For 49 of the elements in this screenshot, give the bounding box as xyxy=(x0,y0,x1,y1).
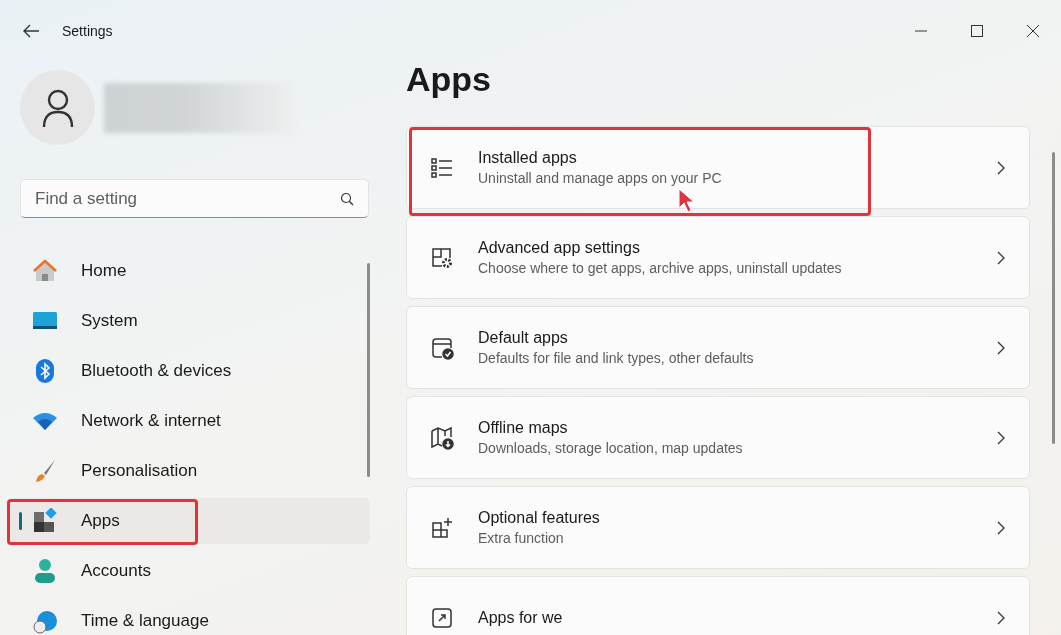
settings-card[interactable]: Advanced app settings Choose where to get apps, archive apps, uninstall updates xyxy=(406,216,1030,299)
settings-card[interactable]: Apps for we xyxy=(406,576,1030,635)
settings-card[interactable]: Offline maps Downloads, storage location, map updates xyxy=(406,396,1030,479)
scrollbar[interactable] xyxy=(367,263,370,477)
sidebar-item[interactable]: Home xyxy=(8,248,370,294)
globe-clock-icon xyxy=(32,608,58,634)
sidebar-item[interactable]: Personalisation xyxy=(8,448,370,494)
chevron-right-icon xyxy=(997,340,1005,355)
apps-icon xyxy=(32,508,58,534)
sidebar-item[interactable]: System xyxy=(8,298,370,344)
card-title: Optional features xyxy=(478,509,601,527)
sidebar-item[interactable]: Apps xyxy=(8,498,370,544)
scrollbar[interactable] xyxy=(1052,152,1055,444)
window-check-icon xyxy=(430,335,454,360)
person-icon xyxy=(32,558,58,584)
settings-card[interactable]: Default apps Defaults for file and link types, other defaults xyxy=(406,306,1030,389)
settings-card[interactable]: Optional features Extra function xyxy=(406,486,1030,569)
chevron-right-icon xyxy=(997,520,1005,535)
settings-card[interactable]: Installed apps Uninstall and manage apps on your PC xyxy=(406,126,1030,209)
card-title: Offline maps xyxy=(478,419,569,437)
window-link-icon xyxy=(430,605,454,630)
person-silhouette-icon xyxy=(40,87,75,128)
card-description: Choose where to get apps, archive apps, uninstall updates xyxy=(478,260,843,276)
search-icon xyxy=(340,192,354,206)
window-gear-icon xyxy=(430,245,454,270)
sidebar-item[interactable]: Bluetooth & devices xyxy=(8,348,370,394)
chevron-right-icon xyxy=(997,250,1005,265)
chevron-right-icon xyxy=(997,610,1005,625)
card-title: Installed apps xyxy=(478,149,578,167)
grid-plus-icon xyxy=(430,515,454,540)
chevron-right-icon xyxy=(997,430,1005,445)
search-field[interactable]: Find a setting xyxy=(20,179,369,218)
sidebar-item[interactable]: Accounts xyxy=(8,548,370,594)
card-description: Extra function xyxy=(478,530,565,546)
card-description: Defaults for file and link types, other defaults xyxy=(478,350,755,366)
sidebar-item[interactable]: Time & language xyxy=(8,598,370,635)
card-title: Apps for we xyxy=(478,608,564,627)
card-title: Default apps xyxy=(478,329,569,347)
page-title: Apps xyxy=(406,60,492,99)
home-icon xyxy=(32,258,58,284)
back-arrow-icon[interactable] xyxy=(22,23,40,39)
map-download-icon xyxy=(430,425,454,450)
card-description: Downloads, storage location, map updates xyxy=(478,440,744,456)
card-title: Advanced app settings xyxy=(478,239,641,257)
list-icon xyxy=(430,155,454,180)
window-title: Settings xyxy=(62,23,114,39)
card-description: Uninstall and manage apps on your PC xyxy=(478,170,723,186)
chevron-right-icon xyxy=(997,160,1005,175)
sidebar-item[interactable]: Network & internet xyxy=(8,398,370,444)
